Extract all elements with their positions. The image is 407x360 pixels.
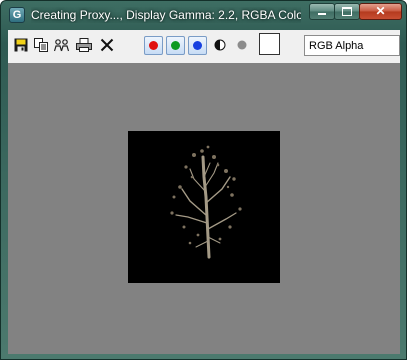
blue-channel-icon [193, 41, 202, 50]
green-channel-button[interactable] [166, 36, 185, 55]
print-icon[interactable] [76, 37, 92, 53]
close-icon: ✕ [375, 4, 386, 18]
monochrome-icon[interactable] [212, 37, 228, 53]
maximize-button[interactable] [334, 3, 360, 20]
app-icon[interactable]: G [9, 7, 25, 23]
toolbar: RGB Alpha [8, 30, 400, 61]
render-viewport[interactable] [8, 63, 400, 354]
rendered-image [128, 131, 280, 283]
tree-render [170, 145, 242, 259]
frame-buffer-window: G Creating Proxy..., Display Gamma: 2.2,… [0, 0, 407, 360]
red-channel-button[interactable] [144, 36, 163, 55]
display-channel-value: RGB Alpha [309, 40, 364, 52]
title-bar[interactable]: G Creating Proxy..., Display Gamma: 2.2,… [1, 1, 406, 28]
blue-channel-button[interactable] [188, 36, 207, 55]
copy-icon[interactable] [33, 37, 49, 53]
minimize-icon [318, 13, 326, 15]
green-channel-icon [171, 41, 180, 50]
display-channel-dropdown[interactable]: RGB Alpha [304, 35, 400, 56]
window-title: Creating Proxy..., Display Gamma: 2.2, R… [31, 8, 301, 22]
red-channel-icon [149, 41, 158, 50]
maximize-icon [342, 7, 352, 16]
save-icon[interactable] [13, 37, 29, 53]
color-swatch[interactable] [259, 33, 280, 55]
clear-icon[interactable] [99, 37, 115, 53]
alpha-channel-icon[interactable] [234, 37, 250, 53]
minimize-button[interactable] [309, 3, 335, 20]
clone-icon[interactable] [54, 37, 70, 53]
client-area: RGB Alpha [8, 30, 400, 354]
close-button[interactable]: ✕ [359, 3, 402, 20]
